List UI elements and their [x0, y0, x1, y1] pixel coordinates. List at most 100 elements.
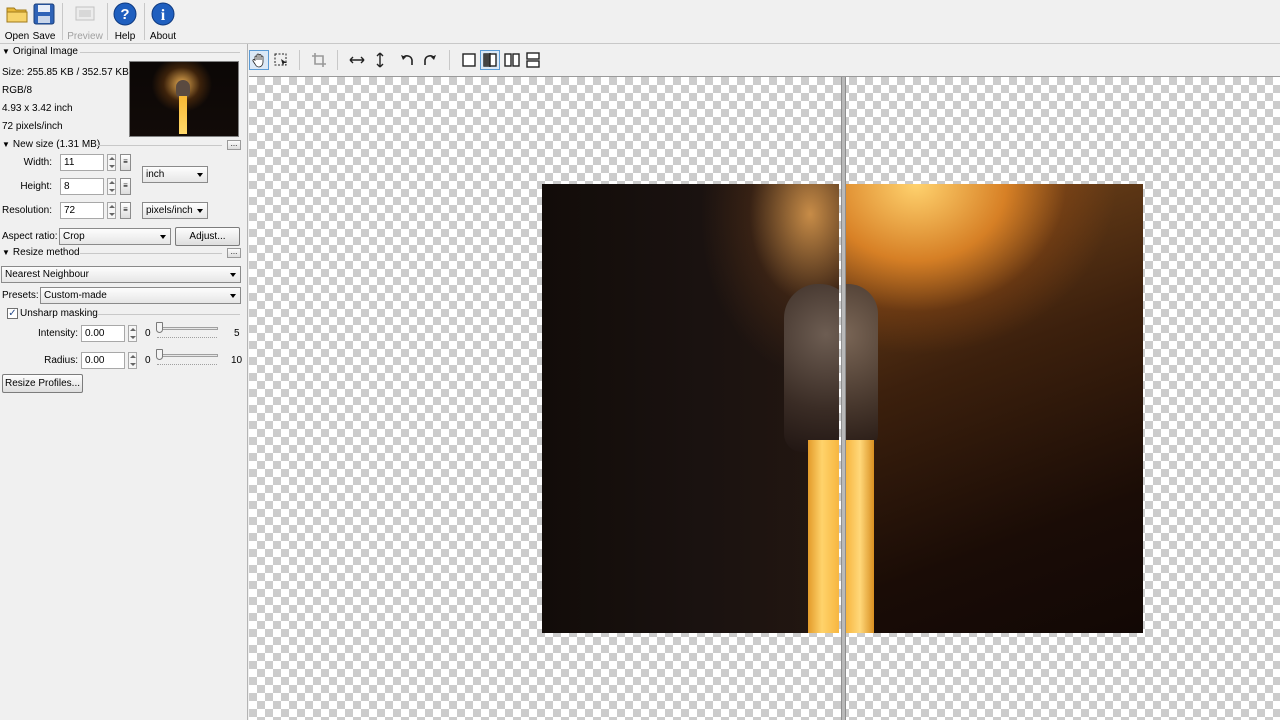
chevron-down-icon [197, 173, 203, 177]
match-stick [846, 440, 874, 633]
intensity-slider-thumb[interactable] [156, 322, 163, 333]
height-label: Height: [20, 181, 52, 192]
top-bottom-icon [526, 52, 540, 68]
rotate-right-icon [424, 55, 436, 65]
about-button-label: About [149, 31, 177, 42]
toolbar-separator [299, 50, 300, 70]
collapse-triangle-icon: ▼ [2, 140, 10, 149]
resize-method-more-button[interactable]: ... [227, 248, 241, 258]
split-view-icon [483, 53, 497, 67]
match-stick [808, 440, 839, 633]
hand-tool-icon [252, 53, 264, 68]
side-by-side-icon [504, 53, 520, 67]
single-view-icon [462, 53, 476, 67]
split-view-button[interactable] [480, 50, 500, 70]
crop-icon [312, 53, 326, 67]
intensity-input[interactable]: 0.00 [81, 325, 125, 342]
save-button-label: Save [32, 31, 56, 42]
unsharp-masking-checkbox[interactable]: ✓ [7, 308, 18, 319]
toolbar-separator [144, 3, 145, 40]
resize-method-header[interactable]: ▼ Resize method [2, 247, 80, 258]
toolbar-separator [337, 50, 338, 70]
radius-slider-ticks [157, 364, 217, 367]
top-bottom-button[interactable] [523, 50, 543, 70]
width-link-button[interactable]: ≡ [120, 154, 131, 171]
main-toolbar: Open Save Preview ? Help i About [0, 0, 1280, 44]
svg-text:?: ? [120, 6, 129, 23]
intensity-max-label: 5 [234, 328, 240, 339]
chevron-down-icon [230, 273, 236, 277]
svg-text:i: i [161, 7, 166, 24]
width-spinner[interactable] [107, 154, 116, 171]
radius-slider-track[interactable] [156, 354, 218, 357]
radius-spinner[interactable] [128, 352, 137, 369]
intensity-slider-ticks [157, 337, 217, 340]
intensity-label: Intensity: [37, 328, 78, 339]
presets-value: Custom-made [44, 290, 107, 301]
resolution-link-button[interactable]: ≡ [120, 202, 131, 219]
chevron-down-icon [160, 235, 166, 239]
selection-tool-button[interactable] [271, 50, 291, 70]
resolution-spinner[interactable] [107, 202, 116, 219]
info-icon: i [151, 2, 175, 26]
original-more-button[interactable]: ... [227, 140, 241, 150]
match-head [784, 284, 839, 452]
collapse-triangle-icon: ▼ [2, 47, 10, 56]
intensity-slider-track[interactable] [156, 327, 218, 330]
size-unit-select[interactable]: inch [142, 166, 208, 183]
resolution-unit-value: pixels/inch [146, 205, 193, 216]
resize-method-select[interactable]: Nearest Neighbour [1, 266, 241, 283]
section-divider [80, 52, 240, 53]
original-dimensions-text: 4.93 x 3.42 inch [2, 103, 73, 114]
resize-profiles-button[interactable]: Resize Profiles... [2, 374, 83, 393]
radius-min-label: 0 [145, 355, 151, 366]
about-button[interactable]: i About [146, 2, 180, 42]
section-divider [80, 253, 222, 254]
chevron-down-icon [230, 294, 236, 298]
preview-button[interactable]: Preview [67, 2, 103, 42]
resolution-input[interactable]: 72 [60, 202, 104, 219]
resolution-unit-select[interactable]: pixels/inch [142, 202, 208, 219]
split-view-divider[interactable] [841, 77, 846, 720]
help-button[interactable]: ? Help [108, 2, 142, 42]
width-label: Width: [23, 157, 52, 168]
help-button-label: Help [114, 31, 136, 42]
height-spinner[interactable] [107, 178, 116, 195]
side-by-side-button[interactable] [502, 50, 522, 70]
crop-button[interactable] [309, 50, 329, 70]
rotate-left-button[interactable] [397, 50, 417, 70]
width-input[interactable]: 11 [60, 154, 104, 171]
original-image-header[interactable]: ▼ Original Image [2, 46, 78, 57]
flip-vertical-icon [376, 52, 384, 68]
flip-horizontal-button[interactable] [347, 50, 367, 70]
new-size-header[interactable]: ▼ New size (1.31 MB) [2, 139, 100, 150]
preview-button-label: Preview [67, 31, 103, 42]
preview-canvas[interactable] [249, 76, 1280, 720]
resize-method-value: Nearest Neighbour [5, 269, 89, 280]
toolbar-separator [62, 3, 63, 40]
presets-label: Presets: [2, 290, 39, 301]
folder-icon [6, 7, 28, 23]
hand-tool-button[interactable] [249, 50, 269, 70]
original-image-header-label: Original Image [12, 46, 78, 57]
adjust-button[interactable]: Adjust... [175, 227, 240, 246]
section-divider [96, 145, 222, 146]
intensity-spinner[interactable] [128, 325, 137, 342]
floppy-disk-icon [33, 3, 55, 25]
collapse-triangle-icon: ▼ [2, 248, 10, 257]
radius-slider-thumb[interactable] [156, 349, 163, 360]
single-view-button[interactable] [459, 50, 479, 70]
resolution-label: Resolution: [1, 205, 52, 216]
view-toolbar [249, 44, 1280, 76]
height-link-button[interactable]: ≡ [120, 178, 131, 195]
thumbnail-match-stick [179, 96, 187, 134]
flip-vertical-button[interactable] [370, 50, 390, 70]
height-input[interactable]: 8 [60, 178, 104, 195]
unsharp-masking-label: Unsharp masking [20, 308, 98, 319]
presets-select[interactable]: Custom-made [40, 287, 241, 304]
save-button[interactable]: Save [27, 2, 61, 42]
preview-icon [75, 6, 95, 21]
rotate-right-button[interactable] [420, 50, 440, 70]
aspect-ratio-select[interactable]: Crop [59, 228, 171, 245]
radius-input[interactable]: 0.00 [81, 352, 125, 369]
